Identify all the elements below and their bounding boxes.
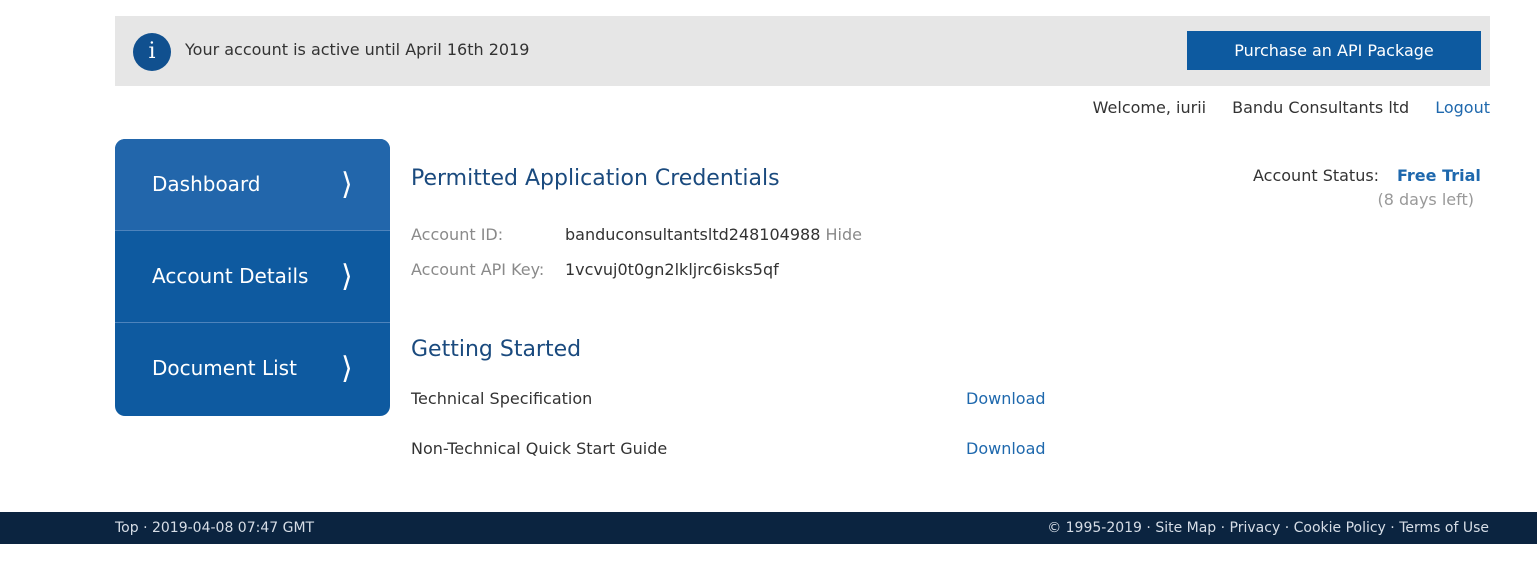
chevron-right-icon: ⟩ <box>341 259 353 294</box>
footer-separator: · <box>1385 520 1400 536</box>
account-id-value: banduconsultantsltd248104988 <box>565 225 821 244</box>
copyright: © 1995-2019 <box>1047 520 1142 536</box>
account-id-label: Account ID: <box>411 225 504 244</box>
api-key-value: 1vcvuj0t0gn2lkljrc6isks5qf <box>565 260 779 279</box>
download-technical-spec-link[interactable]: Download <box>966 389 1046 408</box>
credentials-title: Permitted Application Credentials <box>411 166 780 191</box>
account-status-label: Account Status: <box>1253 166 1380 185</box>
account-status-value: Free Trial <box>1397 166 1481 185</box>
chevron-right-icon: ⟩ <box>341 167 353 202</box>
top-link[interactable]: Top <box>115 520 139 536</box>
chevron-right-icon: ⟩ <box>341 351 353 386</box>
hide-link[interactable]: Hide <box>825 225 861 244</box>
footer-separator: · <box>138 520 152 536</box>
sidebar-item-document-list[interactable]: Document List ⟩ <box>115 323 390 415</box>
footer-right: © 1995-2019 · Site Map · Privacy · Cooki… <box>1047 520 1489 536</box>
info-icon: i <box>133 33 171 71</box>
sidebar-item-label: Document List <box>152 356 297 380</box>
footer-separator: · <box>1280 520 1294 536</box>
terms-of-use-link[interactable]: Terms of Use <box>1399 520 1489 536</box>
download-quick-start-link[interactable]: Download <box>966 439 1046 458</box>
footer-left: Top · 2019-04-08 07:47 GMT <box>115 520 314 536</box>
user-bar: Welcome, iurii Bandu Consultants ltd Log… <box>1093 98 1490 117</box>
sidebar-item-account-details[interactable]: Account Details ⟩ <box>115 231 390 323</box>
sidebar-item-dashboard[interactable]: Dashboard ⟩ <box>115 139 390 231</box>
cookie-policy-link[interactable]: Cookie Policy <box>1294 520 1386 536</box>
getting-started-title: Getting Started <box>411 337 582 362</box>
privacy-link[interactable]: Privacy <box>1230 520 1281 536</box>
footer-separator: · <box>1216 520 1230 536</box>
doc-name-quick-start: Non-Technical Quick Start Guide <box>411 439 668 458</box>
sidebar-item-label: Dashboard <box>152 172 261 196</box>
welcome-text: Welcome, iurii <box>1092 98 1207 117</box>
purchase-api-package-button[interactable]: Purchase an API Package <box>1187 31 1481 70</box>
doc-name-technical-spec: Technical Specification <box>411 389 593 408</box>
company-name: Bandu Consultants ltd <box>1232 98 1410 117</box>
footer: Top · 2019-04-08 07:47 GMT © 1995-2019 ·… <box>0 512 1537 544</box>
sidebar-nav: Dashboard ⟩ Account Details ⟩ Document L… <box>115 139 390 416</box>
banner-message: Your account is active until April 16th … <box>185 40 530 59</box>
api-key-label: Account API Key: <box>411 260 545 279</box>
footer-datetime: 2019-04-08 07:47 GMT <box>151 520 315 536</box>
account-id-value-row: banduconsultantsltd248104988 Hide <box>565 225 862 244</box>
site-map-link[interactable]: Site Map <box>1155 520 1216 536</box>
sidebar-item-label: Account Details <box>152 264 309 288</box>
account-banner: i Your account is active until April 16t… <box>115 16 1490 86</box>
logout-link[interactable]: Logout <box>1435 98 1490 117</box>
trial-days-left: (8 days left) <box>1377 190 1474 209</box>
footer-separator: · <box>1141 520 1156 536</box>
